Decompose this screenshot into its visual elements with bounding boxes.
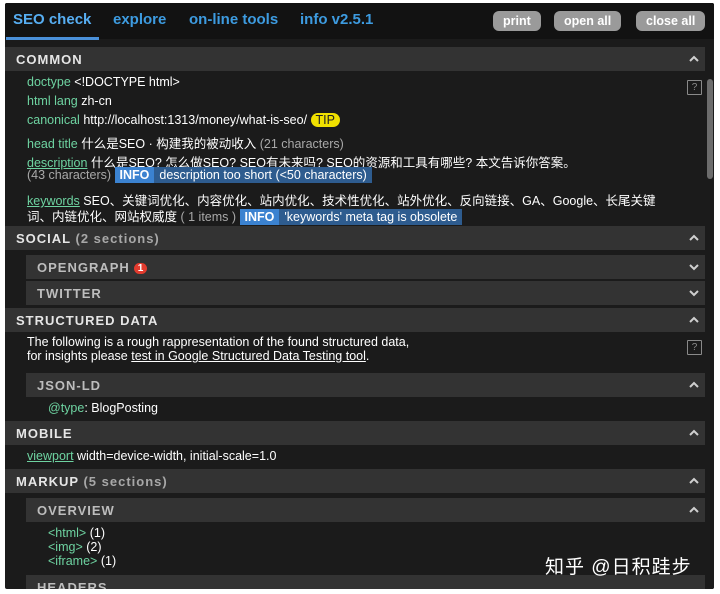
tab-online-tools[interactable]: on-line tools [189, 11, 278, 28]
section-title: MOBILE [16, 426, 73, 441]
head-title-key: head title [27, 137, 78, 151]
list-item: <img> (2) [48, 540, 102, 554]
keywords-info-badge: INFO 'keywords' meta tag is obsolete [239, 209, 463, 225]
description-info-badge: INFO description too short (<50 character… [114, 167, 372, 183]
description-meta-row: (43 characters) INFO description too shor… [27, 167, 372, 183]
head-title-count: (21 characters) [259, 137, 344, 151]
viewport-value: width=device-width, initial-scale=1.0 [77, 449, 277, 463]
help-icon[interactable]: ? [687, 80, 702, 95]
html-lang-row: html lang zh-cn [27, 94, 112, 108]
top-bar: SEO check explore on-line tools info v2.… [5, 3, 714, 40]
section-title: COMMON [16, 52, 83, 67]
list-item: <html> (1) [48, 526, 105, 540]
seo-extension-panel: SEO check explore on-line tools info v2.… [5, 3, 714, 589]
subsection-title: OPENGRAPH 1 [37, 260, 148, 275]
description-count: (43 characters) [27, 168, 112, 182]
section-common-header[interactable]: COMMON [5, 47, 705, 71]
info-label: INFO [114, 167, 155, 183]
section-title: STRUCTURED DATA [16, 313, 159, 328]
chevron-up-icon [689, 381, 699, 388]
scrollbar[interactable] [705, 39, 714, 589]
subsection-twitter-header[interactable]: TWITTER [26, 281, 705, 305]
doctype-value: <!DOCTYPE html> [74, 75, 180, 89]
close-all-button[interactable]: close all [636, 11, 706, 31]
info-text: description too short (<50 characters) [159, 168, 367, 182]
tab-explore[interactable]: explore [113, 11, 166, 28]
chevron-up-icon [689, 477, 699, 484]
html-lang-value: zh-cn [81, 94, 112, 108]
scrollbar-thumb[interactable] [707, 79, 713, 179]
json-ld-type-row: @type: BlogPosting [48, 401, 158, 415]
keywords-value-cont: 词、内链优化、网站权威度 [27, 210, 178, 224]
info-label: INFO [239, 209, 280, 225]
list-item: <iframe> (1) [48, 554, 117, 568]
canonical-value: http://localhost:1313/money/what-is-seo/ [83, 113, 308, 127]
tab-seo-check[interactable]: SEO check [5, 11, 100, 40]
chevron-up-icon [689, 429, 699, 436]
tab-info[interactable]: info v2.5.1 [300, 11, 373, 28]
chevron-down-icon [689, 290, 699, 297]
subsection-opengraph-header[interactable]: OPENGRAPH 1 [26, 255, 705, 279]
doctype-key: doctype [27, 75, 71, 89]
open-all-button[interactable]: open all [554, 11, 622, 31]
doctype-row: doctype <!DOCTYPE html> [27, 75, 180, 89]
subsection-title: JSON-LD [37, 378, 102, 393]
head-title-value: 什么是SEO · 构建我的被动收入 [81, 137, 257, 151]
section-markup-header[interactable]: MARKUP (5 sections) [5, 469, 705, 493]
viewport-key[interactable]: viewport [27, 449, 74, 463]
info-text: 'keywords' meta tag is obsolete [284, 210, 458, 224]
chevron-up-icon [689, 234, 699, 241]
chevron-up-icon [689, 506, 699, 513]
subsection-overview-header[interactable]: OVERVIEW [26, 498, 705, 522]
structured-text-line1: The following is a rough rappresentation… [27, 335, 410, 349]
html-lang-key: html lang [27, 94, 78, 108]
type-value: : BlogPosting [84, 401, 158, 415]
canonical-row: canonical http://localhost:1313/money/wh… [27, 113, 340, 127]
canonical-key: canonical [27, 113, 80, 127]
head-title-row: head title 什么是SEO · 构建我的被动收入 (21 charact… [27, 133, 344, 152]
chevron-down-icon [689, 264, 699, 271]
structured-text-line2: for insights please test in Google Struc… [27, 349, 370, 363]
chevron-up-icon [689, 316, 699, 323]
subsection-title: HEADERS [37, 580, 108, 589]
help-icon[interactable]: ? [687, 340, 702, 355]
subsection-title: TWITTER [37, 286, 102, 301]
chevron-up-icon [689, 55, 699, 62]
watermark: 知乎 @日积跬步 [545, 557, 692, 578]
print-button[interactable]: print [493, 11, 541, 31]
google-testing-tool-link[interactable]: test in Google Structured Data Testing t… [131, 349, 366, 363]
section-mobile-header[interactable]: MOBILE [5, 421, 705, 445]
section-title: SOCIAL (2 sections) [16, 231, 160, 246]
keywords-count: ( 1 items ) [180, 210, 237, 224]
keywords-meta-row: 词、内链优化、网站权威度 ( 1 items ) INFO 'keywords' … [27, 206, 463, 225]
section-count: (5 sections) [83, 474, 168, 489]
section-title: MARKUP (5 sections) [16, 474, 168, 489]
section-social-header[interactable]: SOCIAL (2 sections) [5, 226, 705, 250]
section-count: (2 sections) [75, 231, 160, 246]
tip-badge[interactable]: TIP [310, 113, 340, 127]
section-structured-data-header[interactable]: STRUCTURED DATA [5, 308, 705, 332]
subsection-json-ld-header[interactable]: JSON-LD [26, 373, 705, 397]
type-key: @type [48, 401, 85, 415]
subsection-title: OVERVIEW [37, 503, 115, 518]
viewport-row: viewport width=device-width, initial-sca… [27, 449, 276, 463]
count-badge: 1 [133, 263, 148, 274]
